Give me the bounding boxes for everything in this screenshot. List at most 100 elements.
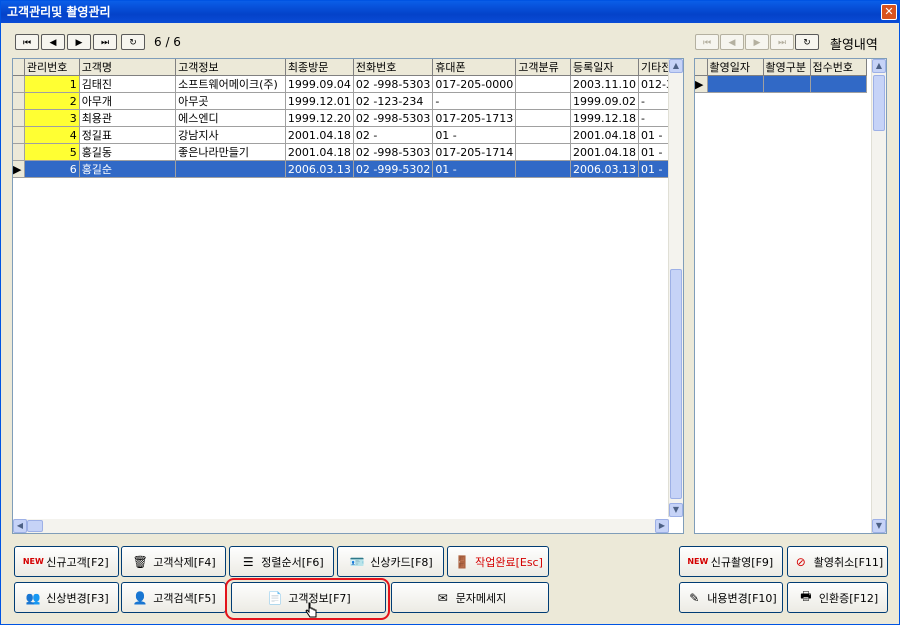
photo-card-button[interactable]: 🪪 신상카드[F8] xyxy=(337,546,444,577)
table-row[interactable]: ▶ 6 홍길순 2006.03.13 02 -999-5302 01 -2006.03.1… xyxy=(13,160,683,178)
table-cell[interactable]: 최용관 xyxy=(79,109,177,127)
table-cell[interactable]: 1999.12.18 xyxy=(570,109,640,127)
table-cell[interactable]: 2001.04.18 xyxy=(570,143,640,161)
grid-horizontal-scrollbar[interactable]: ◀ ▶ xyxy=(13,519,669,533)
table-cell[interactable]: 아무개 xyxy=(79,92,177,110)
table-cell[interactable] xyxy=(515,143,572,161)
nav-last-button[interactable]: ⏭ xyxy=(93,34,117,50)
history-refresh-button[interactable]: ↻ xyxy=(795,34,819,50)
delete-customer-button[interactable]: 🗑 고객삭제[F4] xyxy=(121,546,226,577)
column-header[interactable]: 등록일자 xyxy=(570,59,640,76)
nav-prev-button[interactable]: ◀ xyxy=(41,34,65,50)
table-cell[interactable]: 1999.12.20 xyxy=(285,109,354,127)
current-row-icon[interactable]: ▶ xyxy=(13,160,25,178)
table-cell[interactable] xyxy=(515,160,572,178)
table-cell[interactable]: 2003.11.10 xyxy=(570,75,640,93)
scroll-up-icon[interactable]: ▲ xyxy=(872,59,886,73)
new-customer-button[interactable]: NEW 신규고객[F2] xyxy=(14,546,119,577)
hscroll-thumb[interactable] xyxy=(27,520,43,532)
table-cell[interactable]: 2 xyxy=(24,92,80,110)
table-cell[interactable]: 1999.09.02 xyxy=(570,92,640,110)
finish-button[interactable]: 🚪 작업완료[Esc] xyxy=(447,546,549,577)
table-cell[interactable]: 01 - xyxy=(432,160,517,178)
table-cell[interactable]: 02 - xyxy=(353,126,434,144)
table-cell[interactable]: 김태진 xyxy=(79,75,177,93)
scroll-left-icon[interactable]: ◀ xyxy=(13,519,27,533)
table-cell[interactable]: 1999.12.01 xyxy=(285,92,354,110)
table-cell[interactable]: 좋은나라만들기 xyxy=(175,143,286,161)
table-cell[interactable]: 3 xyxy=(24,109,80,127)
change-content-button[interactable]: ✎ 내용변경[F10] xyxy=(679,582,783,613)
table-row[interactable]: 5 홍길동 좋은나라만들기 2001.04.18 02 -998-5303 017-205… xyxy=(13,143,683,161)
table-row[interactable]: 1 김태진 소프트웨어메이크(주) 1999.09.04 02 -998-5303 017… xyxy=(13,75,683,93)
scroll-thumb[interactable] xyxy=(670,269,682,499)
table-cell[interactable]: 6 xyxy=(24,160,80,178)
history-last-button[interactable]: ⏭ xyxy=(770,34,794,50)
table-row[interactable]: 2 아무개 아무곳 1999.12.01 02 -123-234 - 1999.09.02… xyxy=(13,92,683,110)
table-cell[interactable]: 2001.04.18 xyxy=(570,126,640,144)
search-customer-button[interactable]: 👤 고객검색[F5] xyxy=(121,582,226,613)
table-cell[interactable] xyxy=(515,109,572,127)
print-cert-button[interactable]: 🖶 인환증[F12] xyxy=(787,582,888,613)
table-cell[interactable]: 에스엔디 xyxy=(175,109,286,127)
cancel-photo-button[interactable]: ⊘ 촬영취소[F11] xyxy=(787,546,888,577)
column-header[interactable]: 고객정보 xyxy=(175,59,286,76)
column-header[interactable]: 관리번호 xyxy=(24,59,80,76)
table-cell[interactable]: 017-205-0000 xyxy=(432,75,517,93)
column-header[interactable]: 고객명 xyxy=(79,59,177,76)
table-cell[interactable]: 02 -998-5303 xyxy=(353,75,434,93)
table-cell[interactable]: - xyxy=(432,92,517,110)
history-column-header[interactable]: 촬영구분 xyxy=(763,59,811,76)
history-grid[interactable]: 촬영일자 촬영구분 접수번호 ▶ ▲ ▼ xyxy=(694,58,887,534)
change-info-button[interactable]: 👥 신상변경[F3] xyxy=(14,582,119,613)
table-row[interactable]: 4 정길표 강남지사 2001.04.18 02 -01 -2001.04.18 01 - xyxy=(13,126,683,144)
table-cell[interactable]: 2006.03.13 xyxy=(570,160,640,178)
table-cell[interactable]: 1999.09.04 xyxy=(285,75,354,93)
table-row[interactable]: 3 최용관 에스엔디 1999.12.20 02 -998-5303 017-205-17… xyxy=(13,109,683,127)
customer-grid[interactable]: 관리번호 고객명 고객정보 최종방문 전화번호 휴대폰 고객분류 등록일자 기타전 1 김태진 소프… xyxy=(12,58,684,534)
table-cell[interactable]: 4 xyxy=(24,126,80,144)
new-photo-button[interactable]: NEW 신규촬영[F9] xyxy=(679,546,783,577)
history-column-header[interactable]: 접수번호 xyxy=(810,59,867,76)
table-cell[interactable]: 017-205-1714 xyxy=(432,143,517,161)
table-cell[interactable]: 홍길동 xyxy=(79,143,177,161)
column-header[interactable]: 최종방문 xyxy=(285,59,354,76)
table-cell[interactable]: 2006.03.13 xyxy=(285,160,354,178)
table-cell[interactable]: 01 - xyxy=(432,126,517,144)
table-cell[interactable]: 02 -998-5303 xyxy=(353,143,434,161)
table-cell[interactable]: 2001.04.18 xyxy=(285,143,354,161)
table-cell[interactable]: 017-205-1713 xyxy=(432,109,517,127)
nav-next-button[interactable]: ▶ xyxy=(67,34,91,50)
row-indicator[interactable] xyxy=(13,126,25,144)
column-header[interactable]: 전화번호 xyxy=(353,59,434,76)
scroll-up-icon[interactable]: ▲ xyxy=(669,59,683,73)
history-row[interactable]: ▶ xyxy=(695,75,867,93)
table-cell[interactable]: 1 xyxy=(24,75,80,93)
row-indicator[interactable] xyxy=(13,75,25,93)
sort-order-button[interactable]: ☰ 정렬순서[F6] xyxy=(229,546,334,577)
row-indicator[interactable] xyxy=(13,109,25,127)
table-cell[interactable]: 아무곳 xyxy=(175,92,286,110)
scroll-down-icon[interactable]: ▼ xyxy=(872,519,886,533)
table-cell[interactable]: 2001.04.18 xyxy=(285,126,354,144)
close-button[interactable]: ✕ xyxy=(881,4,897,20)
history-next-button[interactable]: ▶ xyxy=(745,34,769,50)
refresh-button[interactable]: ↻ xyxy=(121,34,145,50)
history-column-header[interactable]: 촬영일자 xyxy=(707,59,764,76)
sms-button[interactable]: ✉ 문자메세지 xyxy=(391,582,549,613)
column-header[interactable]: 고객분류 xyxy=(515,59,572,76)
table-cell[interactable]: 강남지사 xyxy=(175,126,286,144)
history-vertical-scrollbar[interactable]: ▲ ▼ xyxy=(871,59,886,533)
column-header[interactable]: 휴대폰 xyxy=(432,59,517,76)
table-cell[interactable] xyxy=(515,75,572,93)
history-prev-button[interactable]: ◀ xyxy=(720,34,744,50)
table-cell[interactable]: 02 -999-5302 xyxy=(353,160,434,178)
row-indicator[interactable] xyxy=(13,143,25,161)
nav-first-button[interactable]: ⏮ xyxy=(15,34,39,50)
scroll-right-icon[interactable]: ▶ xyxy=(655,519,669,533)
row-indicator[interactable] xyxy=(13,92,25,110)
scroll-down-icon[interactable]: ▼ xyxy=(669,503,683,517)
table-cell[interactable]: 홍길순 xyxy=(79,160,177,178)
table-cell[interactable] xyxy=(515,126,572,144)
table-cell[interactable]: 02 -998-5303 xyxy=(353,109,434,127)
